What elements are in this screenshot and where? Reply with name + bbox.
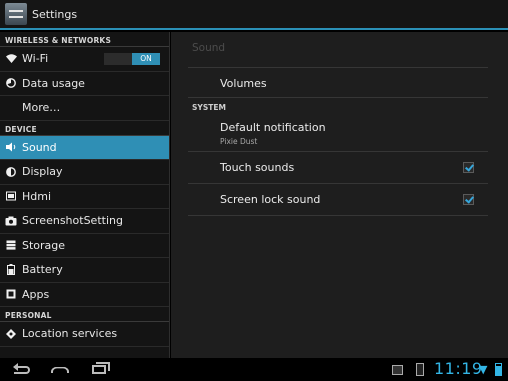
wifi-icon [5, 53, 17, 65]
touch-sounds-row[interactable]: Touch sounds [188, 152, 488, 184]
back-button[interactable] [6, 358, 38, 381]
sidebar-item-location-services[interactable]: Location services [0, 322, 169, 347]
screen-lock-sound-label: Screen lock sound [220, 193, 321, 206]
sidebar-item-label: Display [22, 165, 63, 179]
sidebar-item-more[interactable]: More… [0, 96, 169, 121]
wifi-toggle[interactable]: ON [104, 53, 160, 65]
apps-icon [5, 288, 17, 300]
sidebar-item-label: Wi-Fi [22, 52, 49, 66]
sidebar-item-label: ScreenshotSetting [22, 214, 123, 228]
location-icon [5, 328, 17, 340]
sidebar-item-battery[interactable]: Battery [0, 258, 169, 283]
volumes-label: Volumes [220, 77, 267, 90]
sidebar-item-label: Data usage [22, 76, 85, 90]
touch-sounds-checkbox[interactable] [463, 162, 474, 173]
battery-status-icon [495, 363, 502, 376]
data-usage-icon [5, 77, 17, 89]
category-header-device: DEVICE [0, 121, 169, 136]
default-notification-row[interactable]: Default notification Pixie Dust [188, 115, 488, 152]
sidebar-item-wifi[interactable]: Wi-Fi ON [0, 47, 169, 72]
section-header-system: SYSTEM [192, 103, 226, 112]
volume-icon [5, 141, 17, 153]
page-title: Sound [192, 42, 226, 54]
sidebar-item-label: Apps [22, 287, 50, 301]
volumes-row[interactable]: Volumes [188, 68, 488, 98]
sidebar-item-screenshot-setting[interactable]: ScreenshotSetting [0, 209, 169, 234]
wifi-signal-icon: ▼ [479, 363, 488, 376]
storage-icon [5, 239, 17, 251]
sidebar-item-label: More… [22, 101, 61, 115]
sd-card-icon[interactable] [416, 363, 424, 376]
sidebar-item-display[interactable]: Display [0, 160, 169, 185]
app-title: Settings [32, 7, 78, 21]
sidebar-item-hdmi[interactable]: Hdmi [0, 185, 169, 209]
sidebar-item-sound[interactable]: Sound [0, 135, 169, 160]
sidebar-item-label: Location services [22, 327, 118, 341]
screen-lock-sound-row[interactable]: Screen lock sound [188, 184, 488, 216]
touch-sounds-label: Touch sounds [220, 161, 295, 174]
wifi-toggle-state: ON [132, 53, 160, 65]
settings-icon[interactable] [5, 3, 27, 25]
default-notification-summary: Pixie Dust [220, 137, 258, 146]
screenshot-notification-icon[interactable] [392, 365, 403, 375]
sidebar-item-storage[interactable]: Storage [0, 234, 169, 258]
action-bar: Settings [0, 0, 508, 30]
screen-lock-sound-checkbox[interactable] [463, 194, 474, 205]
category-header-personal: PERSONAL [0, 307, 169, 322]
home-icon [51, 366, 69, 373]
settings-categories-list: WIRELESS & NETWORKS Wi-Fi ON Data usage … [0, 32, 170, 358]
hdmi-icon [5, 190, 17, 202]
status-clock[interactable]: 11:19 [434, 359, 483, 378]
sidebar-item-data-usage[interactable]: Data usage [0, 72, 169, 96]
sidebar-item-label: Hdmi [22, 189, 52, 203]
default-notification-label: Default notification [220, 121, 326, 134]
brightness-icon [5, 166, 17, 178]
sidebar-item-apps[interactable]: Apps [0, 283, 169, 307]
sidebar-item-label: Battery [22, 263, 63, 277]
system-navigation-bar: 11:19 ▼ [0, 358, 508, 381]
home-button[interactable] [44, 358, 76, 381]
sidebar-item-label: Storage [22, 238, 66, 252]
battery-icon [5, 264, 17, 276]
sidebar-item-label: Sound [22, 140, 57, 154]
sound-settings-pane: Sound Volumes SYSTEM Default notificatio… [171, 32, 508, 358]
recent-apps-button[interactable] [83, 358, 115, 381]
category-header-wireless: WIRELESS & NETWORKS [0, 32, 169, 47]
recent-apps-icon [92, 362, 110, 374]
camera-icon [5, 215, 17, 227]
back-icon [13, 362, 30, 374]
